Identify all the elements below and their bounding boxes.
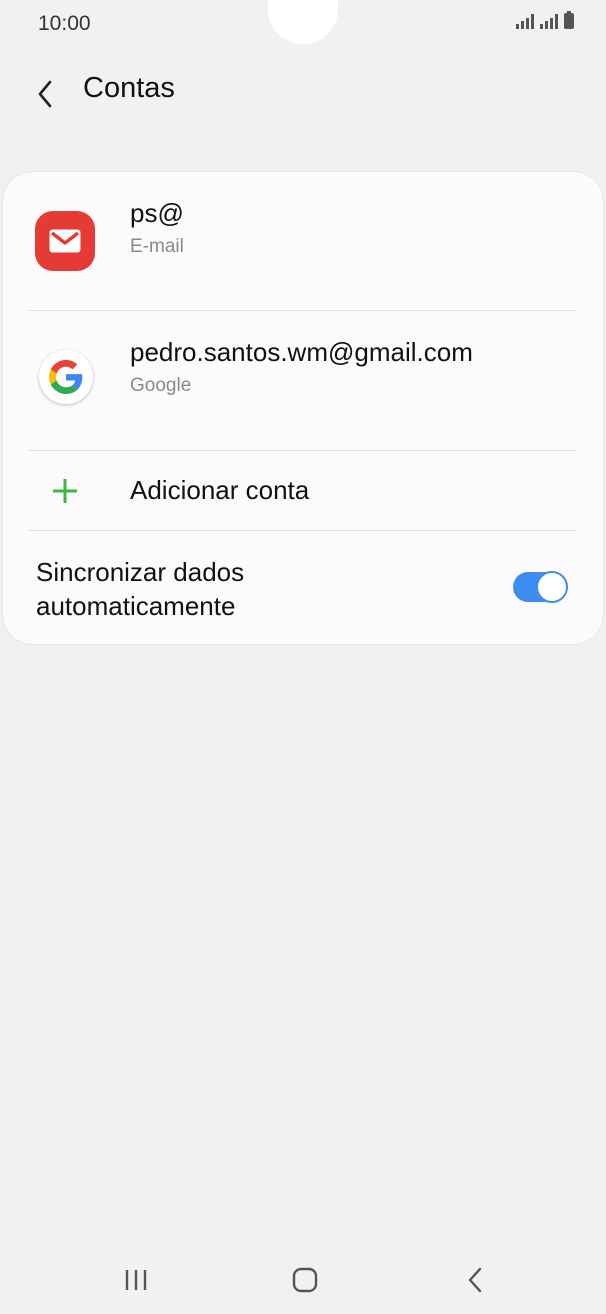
auto-sync-label: Sincronizar dados automaticamente [36,555,244,623]
recents-button[interactable] [116,1260,156,1300]
toggle-knob [536,571,568,603]
signal-icon [540,13,558,29]
back-icon [468,1267,482,1293]
back-button[interactable] [28,68,68,112]
back-nav-button[interactable] [455,1260,495,1300]
app-header: Contas [0,62,606,118]
email-app-icon [35,211,95,271]
account-name: ps@ [130,198,184,228]
status-icons [516,11,574,29]
account-name: pedro.santos.wm@gmail.com [130,337,473,367]
auto-sync-label-line1: Sincronizar dados [36,557,245,587]
page-title: Contas [83,72,175,104]
add-account-row[interactable]: Adicionar conta [3,451,603,531]
status-bar: 10:00 [0,0,606,50]
status-time: 10:00 [38,12,91,35]
account-row-google[interactable]: pedro.santos.wm@gmail.com Google [3,311,603,450]
auto-sync-toggle[interactable] [513,571,568,603]
recents-icon [125,1270,147,1290]
home-icon [292,1267,318,1293]
auto-sync-row[interactable]: Sincronizar dados automaticamente [3,531,603,641]
account-row-email[interactable]: ps@ E-mail [3,172,603,311]
navigation-bar [0,1250,606,1310]
plus-icon [53,479,77,503]
camera-notch [268,0,338,44]
google-icon [39,350,93,404]
battery-icon [564,11,574,29]
add-account-label: Adicionar conta [130,475,310,505]
auto-sync-label-line2: automaticamente [36,591,236,621]
home-button[interactable] [285,1260,325,1300]
chevron-left-icon [38,80,52,108]
phone-screen: 10:00 Contas ps@ E-mail pedro.santos.wm@… [0,0,606,1314]
account-type: Google [130,375,192,396]
accounts-card: ps@ E-mail pedro.santos.wm@gmail.com Goo… [3,172,603,644]
account-type: E-mail [130,236,184,257]
signal-icon [516,13,534,29]
